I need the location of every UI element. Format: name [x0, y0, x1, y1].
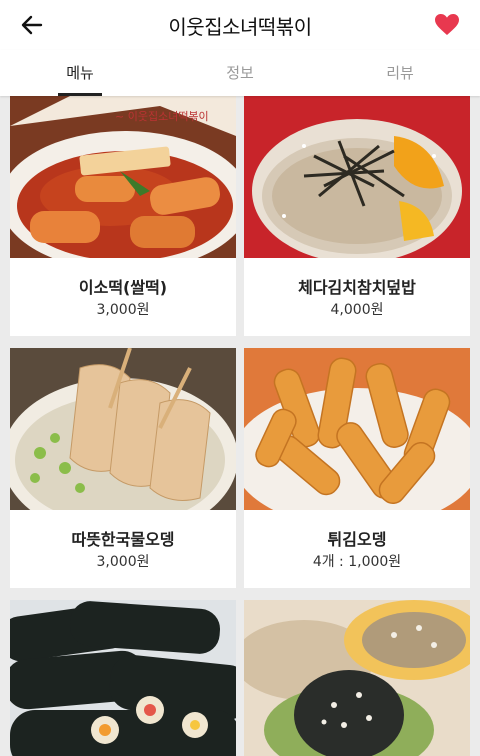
tab-label: 리뷰 — [386, 64, 414, 82]
favorite-button[interactable] — [432, 10, 462, 38]
menu-card-rice-balls[interactable] — [244, 600, 470, 756]
menu-card-fried-fishcake[interactable]: 튀김오뎅 4개 : 1,000원 — [244, 348, 470, 588]
food-image — [244, 96, 470, 258]
menu-card-rice-bowl[interactable]: 체다김치참치덮밥 4,000원 — [244, 96, 470, 336]
food-image — [10, 348, 236, 510]
tab-menu[interactable]: 메뉴 — [0, 50, 160, 96]
menu-card-tteokbokki[interactable]: ~ 이웃집소녀떡볶이 이소떡(쌀떡) 3,000원 — [10, 96, 236, 336]
app-bar: 이웃집소녀떡볶이 — [0, 0, 480, 50]
menu-card-fishcake-soup[interactable]: 따뜻한국물오뎅 3,000원 — [10, 348, 236, 588]
tab-label: 정보 — [226, 64, 254, 82]
menu-card-gimbap[interactable] — [10, 600, 236, 756]
tab-indicator — [58, 93, 102, 96]
heart-icon — [435, 13, 459, 35]
svg-text:~ 이웃집소녀떡볶이: ~ 이웃집소녀떡볶이 — [115, 110, 209, 123]
menu-price: 4,000원 — [330, 302, 384, 318]
menu-name: 튀김오뎅 — [327, 530, 387, 549]
food-image — [10, 600, 236, 756]
tab-label: 메뉴 — [66, 64, 94, 82]
food-image: ~ 이웃집소녀떡볶이 — [10, 96, 236, 258]
menu-name: 체다김치참치덮밥 — [298, 278, 416, 297]
tab-reviews[interactable]: 리뷰 — [320, 50, 480, 96]
tab-info[interactable]: 정보 — [160, 50, 320, 96]
menu-name: 따뜻한국물오뎅 — [71, 530, 175, 549]
menu-price: 3,000원 — [96, 554, 150, 570]
page-title: 이웃집소녀떡볶이 — [168, 15, 312, 39]
food-image — [244, 348, 470, 510]
menu-price: 3,000원 — [96, 302, 150, 318]
food-image — [244, 600, 470, 756]
menu-price: 4개 : 1,000원 — [312, 554, 402, 570]
tab-bar: 메뉴 정보 리뷰 — [0, 50, 480, 96]
menu-name: 이소떡(쌀떡) — [78, 278, 168, 297]
